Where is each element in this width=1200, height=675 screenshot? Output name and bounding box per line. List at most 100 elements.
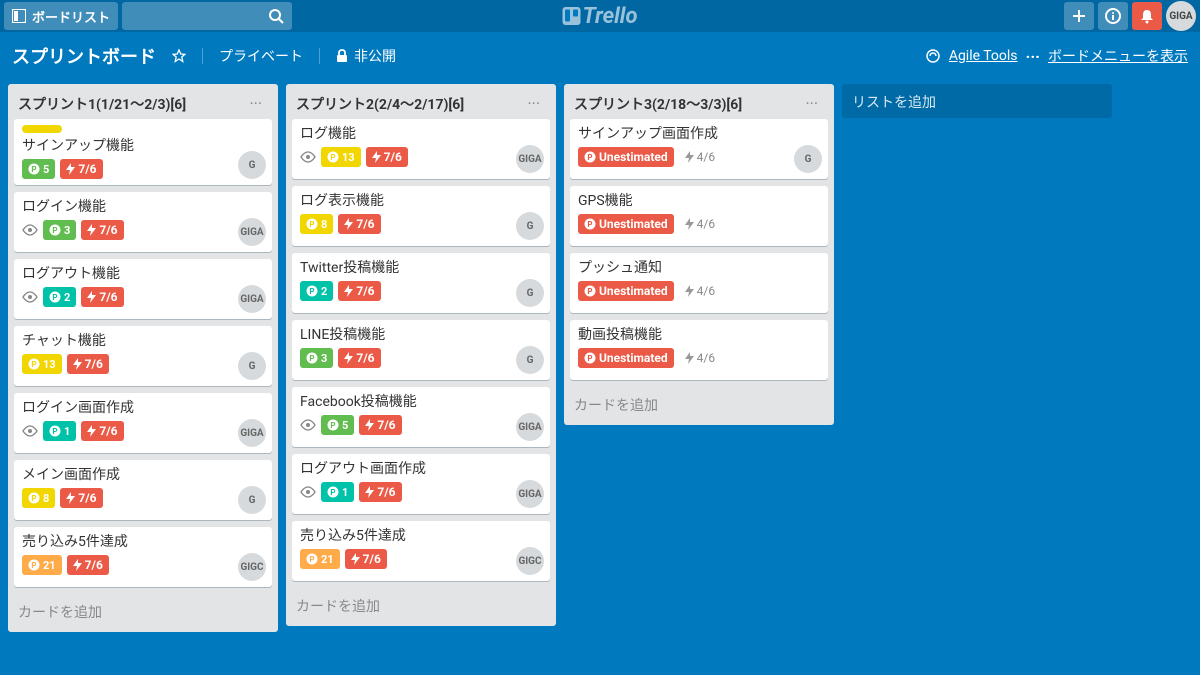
board-icon: [12, 9, 26, 23]
card-title: サインアップ機能: [22, 137, 264, 155]
burn-badge: 7/6: [345, 549, 387, 569]
card[interactable]: 売り込み5件達成P217/6GIGC: [14, 527, 272, 587]
card-badges: P27/6: [300, 281, 542, 301]
watch-icon: [300, 151, 316, 163]
points-badge: P3: [43, 220, 76, 240]
card-badges: P137/6: [22, 354, 264, 374]
add-card-button[interactable]: カードを追加: [8, 594, 278, 632]
logo-icon: [563, 7, 581, 25]
card-member-avatar[interactable]: GIGC: [238, 553, 266, 581]
svg-text:P: P: [587, 220, 592, 229]
card-title: ログ機能: [300, 125, 542, 143]
notifications-button[interactable]: [1132, 2, 1162, 30]
burn-badge-grey: 4/6: [679, 281, 721, 301]
svg-text:P: P: [330, 421, 335, 430]
card-title: 売り込み5件達成: [300, 527, 542, 545]
card-member-avatar[interactable]: G: [238, 352, 266, 380]
logo[interactable]: Trello: [563, 4, 638, 29]
svg-text:P: P: [309, 287, 314, 296]
bell-icon: [1139, 8, 1155, 24]
user-avatar[interactable]: GIGA: [1166, 1, 1196, 31]
points-badge: P8: [22, 488, 55, 508]
agile-tools-link[interactable]: Agile Tools: [949, 48, 1018, 64]
unestimated-badge: PUnestimated: [578, 281, 674, 301]
card[interactable]: サインアップ画面作成PUnestimated4/6G: [570, 119, 828, 179]
card-member-avatar[interactable]: GIGA: [516, 413, 544, 441]
search-icon: [268, 8, 284, 24]
boards-button[interactable]: ボードリスト: [4, 2, 118, 30]
search-input[interactable]: [122, 2, 292, 30]
card[interactable]: 動画投稿機能PUnestimated4/6: [570, 320, 828, 380]
watch-icon: [22, 224, 38, 236]
card-member-avatar[interactable]: GIGC: [516, 547, 544, 575]
card-member-avatar[interactable]: GIGA: [516, 480, 544, 508]
card[interactable]: ログ機能 P137/6GIGA: [292, 119, 550, 179]
card[interactable]: Facebook投稿機能P57/6GIGA: [292, 387, 550, 447]
visibility-button[interactable]: プライベート: [211, 42, 311, 70]
card-member-avatar[interactable]: G: [794, 145, 822, 173]
list-title[interactable]: スプリント2(2/4～2/17)[6]: [296, 94, 521, 114]
svg-text:P: P: [587, 287, 592, 296]
add-list-button[interactable]: リストを追加: [842, 84, 1112, 118]
card-member-avatar[interactable]: G: [516, 279, 544, 307]
menu-dots-icon: ···: [1026, 47, 1040, 66]
card-member-avatar[interactable]: G: [238, 486, 266, 514]
burn-badge: 7/6: [60, 488, 102, 508]
create-button[interactable]: [1064, 2, 1094, 30]
points-badge: P5: [321, 415, 354, 435]
board-title[interactable]: スプリントボード: [12, 43, 156, 69]
card-member-avatar[interactable]: GIGA: [516, 145, 544, 173]
card[interactable]: ログアウト機能P27/6GIGA: [14, 259, 272, 319]
lock-icon: [336, 49, 348, 63]
info-button[interactable]: [1098, 2, 1128, 30]
points-badge: P2: [43, 287, 76, 307]
points-badge: P1: [321, 482, 354, 502]
card-badges: PUnestimated4/6: [578, 147, 820, 167]
svg-text:P: P: [309, 555, 314, 564]
card[interactable]: 売り込み5件達成P217/6GIGC: [292, 521, 550, 581]
watch-icon: [300, 419, 316, 431]
plus-icon: [1072, 9, 1086, 23]
card[interactable]: ログイン機能 P37/6 GIGA: [14, 192, 272, 252]
card[interactable]: プッシュ通知PUnestimated4/6: [570, 253, 828, 313]
list-title[interactable]: スプリント3(2/18～3/3)[6]: [574, 94, 799, 114]
star-button[interactable]: [164, 45, 194, 67]
card[interactable]: Twitter投稿機能P27/6G: [292, 253, 550, 313]
card[interactable]: サインアップ機能P57/6G: [14, 119, 272, 185]
privacy-button[interactable]: 非公開: [328, 42, 404, 70]
card[interactable]: LINE投稿機能 P37/6G: [292, 320, 550, 380]
add-card-button[interactable]: カードを追加: [286, 588, 556, 626]
unestimated-badge: PUnestimated: [578, 214, 674, 234]
card-member-avatar[interactable]: G: [516, 212, 544, 240]
card[interactable]: ログイン画面作成P17/6GIGA: [14, 393, 272, 453]
card[interactable]: メイン画面作成P87/6G: [14, 460, 272, 520]
card-badges: P57/6: [300, 415, 542, 435]
card-member-avatar[interactable]: G: [516, 346, 544, 374]
list-menu-button[interactable]: ···: [243, 92, 268, 115]
logo-text: Trello: [583, 4, 638, 29]
card-badges: P137/6: [300, 147, 542, 167]
card-badges: P217/6: [22, 555, 264, 575]
card-member-avatar[interactable]: GIGA: [238, 218, 266, 246]
add-card-button[interactable]: カードを追加: [564, 387, 834, 425]
burn-badge: 7/6: [67, 555, 109, 575]
points-badge: P3: [300, 348, 333, 368]
list-title[interactable]: スプリント1(1/21～2/3)[6]: [18, 94, 243, 114]
card-badges: P37/6: [300, 348, 542, 368]
card-member-avatar[interactable]: GIGA: [238, 419, 266, 447]
card-member-avatar[interactable]: G: [238, 151, 266, 179]
show-menu-link[interactable]: ボードメニューを表示: [1048, 46, 1188, 66]
card[interactable]: ログアウト画面作成P17/6GIGA: [292, 454, 550, 514]
card-title: LINE投稿機能: [300, 326, 542, 344]
list-menu-button[interactable]: ···: [799, 92, 824, 115]
card[interactable]: GPS機能PUnestimated4/6: [570, 186, 828, 246]
card[interactable]: チャット機能P137/6G: [14, 326, 272, 386]
watch-icon: [300, 486, 316, 498]
burn-badge-grey: 4/6: [679, 147, 721, 167]
burn-badge: 7/6: [81, 220, 123, 240]
list-menu-button[interactable]: ···: [521, 92, 546, 115]
card[interactable]: ログ表示機能P87/6G: [292, 186, 550, 246]
card-member-avatar[interactable]: GIGA: [238, 285, 266, 313]
card-title: ログイン機能: [22, 198, 264, 216]
card-title: ログアウト画面作成: [300, 460, 542, 478]
